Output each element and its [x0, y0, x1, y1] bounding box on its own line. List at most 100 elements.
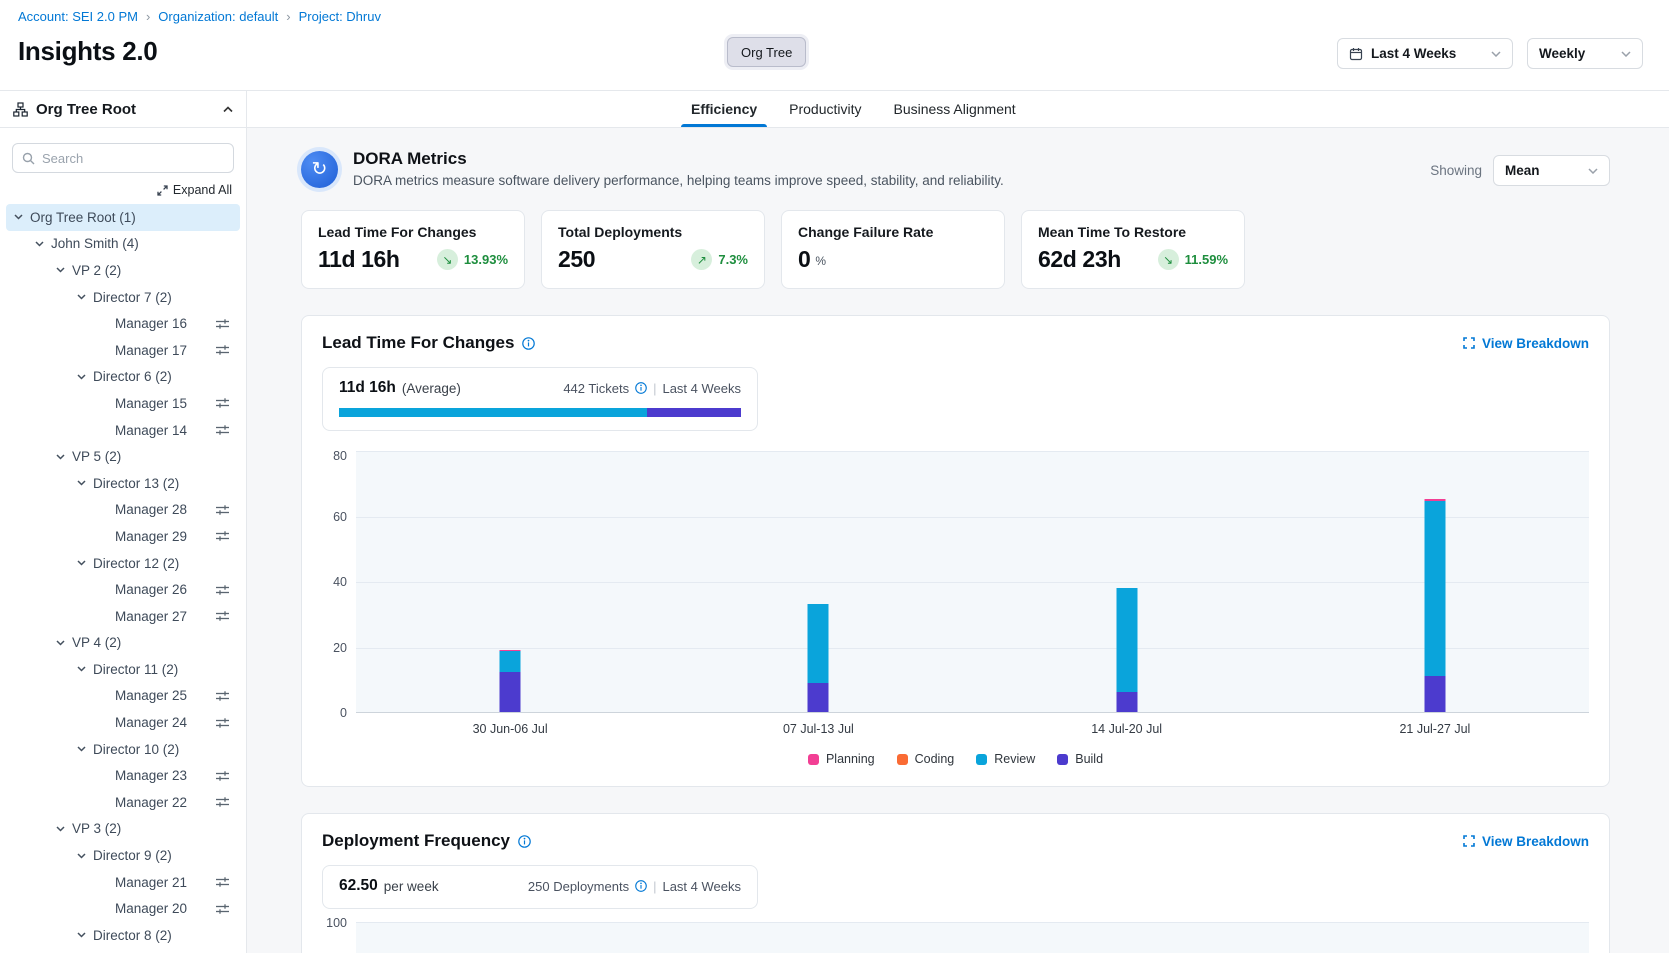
- chevron-down-icon[interactable]: [77, 746, 93, 752]
- chevron-down-icon[interactable]: [56, 826, 72, 832]
- tree-item[interactable]: Manager 20: [6, 895, 240, 922]
- chevron-down-icon[interactable]: [56, 454, 72, 460]
- tree-item[interactable]: Manager 23: [6, 762, 240, 789]
- breadcrumb-link[interactable]: Project: Dhruv: [299, 9, 381, 24]
- bar-segment-review: [808, 604, 829, 683]
- tree-item[interactable]: Director 9 (2): [6, 842, 240, 869]
- trend-badge: ↘13.93%: [437, 249, 508, 270]
- tree-item[interactable]: Manager 26: [6, 576, 240, 603]
- chevron-up-icon[interactable]: [223, 106, 233, 113]
- granularity-select[interactable]: Weekly: [1527, 38, 1643, 69]
- bar-segment-build: [808, 683, 829, 712]
- view-breakdown-link[interactable]: View Breakdown: [1463, 834, 1589, 849]
- tree-item[interactable]: Director 7 (2): [6, 284, 240, 311]
- info-icon[interactable]: [635, 382, 647, 394]
- stacked-bar[interactable]: [1116, 588, 1137, 712]
- tree-item[interactable]: Manager 22: [6, 789, 240, 816]
- compare-metrics-icon[interactable]: [215, 610, 230, 622]
- breadcrumb-link[interactable]: Organization: default: [158, 9, 278, 24]
- view-breakdown-link[interactable]: View Breakdown: [1463, 336, 1589, 351]
- tree-item[interactable]: VP 3 (2): [6, 816, 240, 843]
- tree-item[interactable]: John Smith (4): [6, 231, 240, 258]
- tree-item[interactable]: Manager 15: [6, 390, 240, 417]
- page-title: Insights 2.0: [18, 36, 157, 67]
- tree-item[interactable]: VP 4 (2): [6, 630, 240, 657]
- chevron-down-icon[interactable]: [77, 853, 93, 859]
- chevron-down-icon[interactable]: [77, 294, 93, 300]
- compare-metrics-icon[interactable]: [215, 530, 230, 542]
- compare-metrics-icon[interactable]: [215, 504, 230, 516]
- info-icon[interactable]: [522, 337, 535, 350]
- bar-segment-review: [500, 651, 521, 672]
- legend-item-planning[interactable]: Planning: [808, 752, 875, 766]
- deployment-chart: 100: [322, 922, 1589, 953]
- chevron-down-icon[interactable]: [77, 666, 93, 672]
- legend-item-build[interactable]: Build: [1057, 752, 1103, 766]
- legend-item-coding[interactable]: Coding: [897, 752, 955, 766]
- info-icon[interactable]: [635, 880, 647, 892]
- tree-item[interactable]: Director 12 (2): [6, 550, 240, 577]
- expand-all-button[interactable]: Expand All: [14, 183, 232, 197]
- compare-metrics-icon[interactable]: [215, 397, 230, 409]
- tree-item[interactable]: VP 5 (2): [6, 443, 240, 470]
- compare-metrics-icon[interactable]: [215, 770, 230, 782]
- tree-item[interactable]: Director 11 (2): [6, 656, 240, 683]
- tree-item[interactable]: Org Tree Root (1): [6, 204, 240, 231]
- breadcrumb-link[interactable]: Account: SEI 2.0 PM: [18, 9, 138, 24]
- tree-item[interactable]: Manager 21: [6, 869, 240, 896]
- compare-metrics-icon[interactable]: [215, 876, 230, 888]
- chevron-down-icon[interactable]: [56, 267, 72, 273]
- info-icon[interactable]: [518, 835, 531, 848]
- chart-legend: Planning Coding Review Build: [322, 752, 1589, 766]
- stacked-bar[interactable]: [1424, 499, 1445, 712]
- compare-metrics-icon[interactable]: [215, 903, 230, 915]
- tree-item[interactable]: VP 2 (2): [6, 257, 240, 284]
- summary-qualifier: per week: [384, 879, 439, 894]
- stacked-bar[interactable]: [808, 604, 829, 712]
- tab-business-alignment[interactable]: Business Alignment: [892, 92, 1018, 127]
- compare-metrics-icon[interactable]: [215, 690, 230, 702]
- lead-time-stage-bar: [339, 408, 741, 417]
- tree-item[interactable]: Manager 25: [6, 683, 240, 710]
- tree-item[interactable]: Manager 29: [6, 523, 240, 550]
- showing-select[interactable]: Mean: [1493, 155, 1610, 186]
- chevron-down-icon[interactable]: [77, 374, 93, 380]
- tree-item-label: VP 4 (2): [72, 635, 121, 650]
- chevron-down-icon[interactable]: [77, 932, 93, 938]
- chevron-down-icon[interactable]: [35, 241, 51, 247]
- tab-productivity[interactable]: Productivity: [787, 92, 863, 127]
- compare-metrics-icon[interactable]: [215, 424, 230, 436]
- chevron-down-icon[interactable]: [77, 560, 93, 566]
- tree-item[interactable]: Manager 24: [6, 709, 240, 736]
- y-tick: 60: [333, 510, 347, 524]
- compare-metrics-icon[interactable]: [215, 717, 230, 729]
- compare-metrics-icon[interactable]: [215, 344, 230, 356]
- chevron-down-icon[interactable]: [56, 640, 72, 646]
- tree-item[interactable]: Manager 28: [6, 497, 240, 524]
- tree-item-label: Manager 29: [115, 529, 187, 544]
- legend-item-review[interactable]: Review: [976, 752, 1035, 766]
- tree-item[interactable]: Manager 17: [6, 337, 240, 364]
- tree-item[interactable]: Manager 14: [6, 417, 240, 444]
- chevron-down-icon[interactable]: [14, 214, 30, 220]
- chevron-down-icon[interactable]: [77, 480, 93, 486]
- tree-item[interactable]: Manager 27: [6, 603, 240, 630]
- tree-item[interactable]: Manager 16: [6, 310, 240, 337]
- metric-card-title: Total Deployments: [558, 224, 748, 240]
- tree-item-label: Manager 24: [115, 715, 187, 730]
- stacked-bar[interactable]: [500, 650, 521, 712]
- chevron-down-icon: [1491, 51, 1501, 57]
- org-tree-button[interactable]: Org Tree: [727, 37, 806, 67]
- search-input[interactable]: [42, 151, 224, 166]
- tree-item[interactable]: Director 13 (2): [6, 470, 240, 497]
- tree-item[interactable]: Director 10 (2): [6, 736, 240, 763]
- tree-item[interactable]: Director 8 (2): [6, 922, 240, 949]
- compare-metrics-icon[interactable]: [215, 584, 230, 596]
- compare-metrics-icon[interactable]: [215, 796, 230, 808]
- date-range-select[interactable]: Last 4 Weeks: [1337, 38, 1513, 69]
- metric-card-value: 62d 23h: [1038, 246, 1121, 273]
- deployment-frequency-card: Deployment Frequency View Breakdown 62.5…: [301, 813, 1610, 953]
- tree-item[interactable]: Director 6 (2): [6, 364, 240, 391]
- compare-metrics-icon[interactable]: [215, 318, 230, 330]
- tab-efficiency[interactable]: Efficiency: [689, 92, 759, 127]
